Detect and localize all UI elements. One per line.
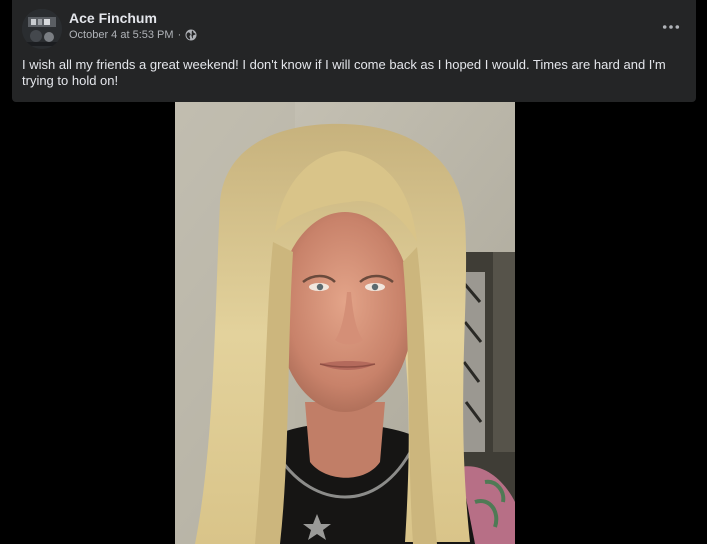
feed-page: Ace Finchum October 4 at 5:53 PM · I wis… bbox=[0, 0, 707, 544]
author-name[interactable]: Ace Finchum bbox=[69, 10, 157, 26]
post-timestamp[interactable]: October 4 at 5:53 PM bbox=[69, 29, 174, 41]
selfie-photo[interactable] bbox=[175, 102, 515, 544]
post-card: Ace Finchum October 4 at 5:53 PM · I wis… bbox=[12, 0, 696, 102]
post-meta: October 4 at 5:53 PM · bbox=[69, 29, 197, 41]
more-options-icon bbox=[662, 25, 680, 29]
globe-icon[interactable] bbox=[185, 29, 197, 41]
post-text: I wish all my friends a great weekend! I… bbox=[22, 57, 666, 88]
meta-separator: · bbox=[177, 29, 182, 41]
more-options-button[interactable] bbox=[660, 17, 682, 37]
avatar[interactable] bbox=[22, 9, 62, 49]
avatar-image bbox=[22, 9, 62, 49]
